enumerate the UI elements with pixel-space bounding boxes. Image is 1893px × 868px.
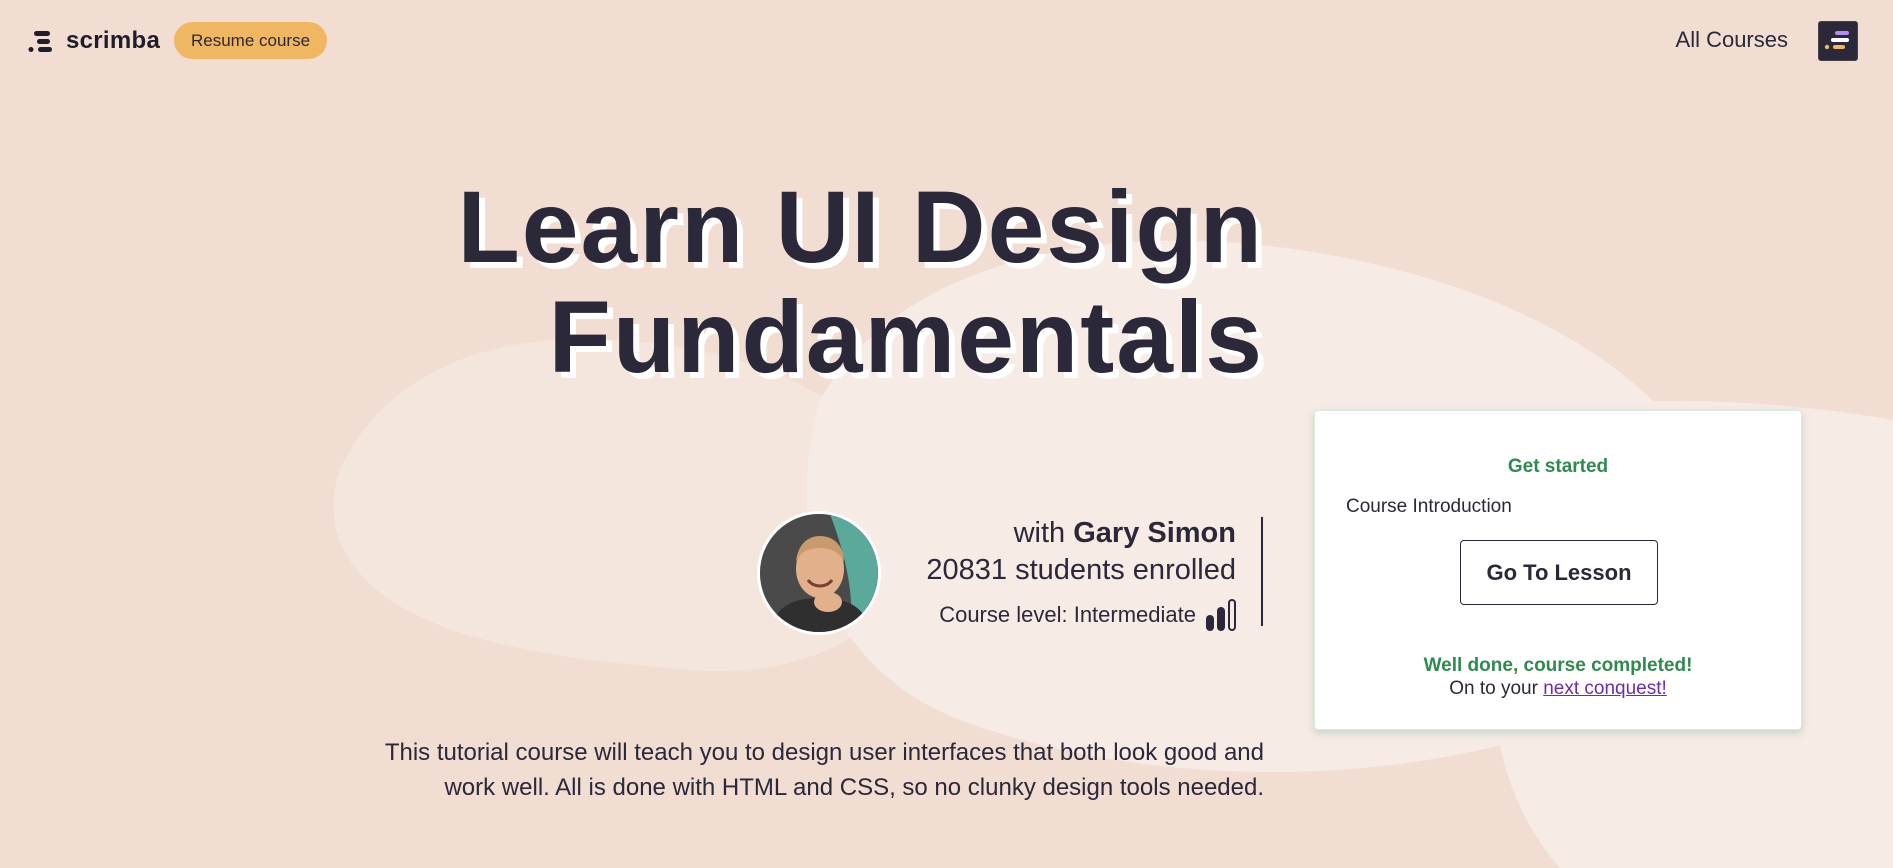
next-prefix: On to your: [1449, 678, 1538, 699]
user-avatar-button[interactable]: [1818, 21, 1858, 61]
course-title: Learn UI Design Fundamentals: [364, 172, 1264, 392]
course-title-line2: Fundamentals: [548, 280, 1264, 394]
brand-name: scrimba: [66, 27, 161, 54]
get-started-label: Get started: [1507, 456, 1609, 477]
instructor-photo: [757, 511, 881, 635]
all-courses-link[interactable]: All Courses: [1676, 27, 1788, 53]
instructor-name: Gary Simon: [1073, 517, 1236, 549]
with-prefix: with: [1013, 517, 1066, 549]
instructor-line: with Gary Simon: [1014, 517, 1236, 550]
course-title-line1: Learn UI Design: [457, 170, 1264, 284]
user-avatar-icon: [1824, 31, 1849, 50]
instructor-portrait-icon: [760, 514, 878, 632]
course-completed-message: Well done, course completed!: [1423, 655, 1693, 676]
level-bars-icon: [1206, 599, 1236, 631]
students-enrolled: 20831 students enrolled: [926, 554, 1236, 586]
next-conquest-line: On to your next conquest!: [1315, 678, 1801, 700]
lesson-name: Course Introduction: [1346, 496, 1512, 517]
lesson-card: Get started Course Introduction Go To Le…: [1314, 410, 1802, 730]
course-level: Course level: Intermediate: [939, 599, 1236, 631]
course-level-label: Course level: Intermediate: [939, 602, 1196, 627]
go-to-lesson-button[interactable]: Go To Lesson: [1460, 540, 1658, 605]
course-description: This tutorial course will teach you to d…: [384, 739, 1264, 801]
scrimba-logo-icon: [28, 31, 52, 52]
resume-course-button[interactable]: Resume course: [174, 22, 327, 59]
next-conquest-link[interactable]: next conquest!: [1543, 678, 1667, 699]
brand-logo[interactable]: scrimba: [28, 24, 160, 58]
instructor-divider: [1261, 517, 1263, 626]
